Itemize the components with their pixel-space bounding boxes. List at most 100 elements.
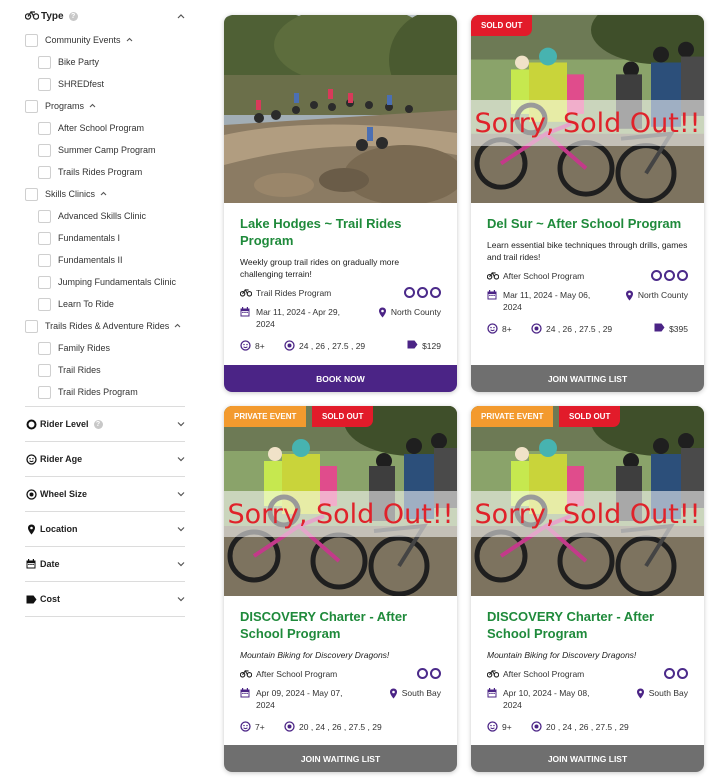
type-option-label: SHREDfest: [58, 79, 105, 89]
chevron-down-icon[interactable]: [177, 560, 185, 568]
type-option-label: Programs: [45, 101, 85, 111]
program-card[interactable]: Sorry, Sold Out!! PRIVATE EVENT SOLD OUT DI…: [224, 406, 457, 772]
checkbox[interactable]: [25, 319, 38, 333]
sold-out-overlay: Sorry, Sold Out!!: [471, 100, 704, 146]
wheel-icon: [284, 721, 295, 732]
chevron-down-icon[interactable]: [177, 595, 185, 603]
facet-rider-level[interactable]: Rider Level?: [25, 406, 185, 441]
type-option[interactable]: Learn To Ride: [25, 293, 185, 315]
checkbox[interactable]: [38, 297, 51, 311]
type-option-label: Advanced Skills Clinic: [58, 211, 147, 221]
program-title[interactable]: Lake Hodges ~ Trail Rides Program: [240, 215, 441, 249]
type-filter-header[interactable]: Type ?: [24, 6, 185, 26]
category-row: After School Program: [240, 668, 441, 679]
cost-info: $395: [654, 323, 688, 334]
book-now-button[interactable]: BOOK NOW: [224, 365, 457, 392]
program-card[interactable]: Sorry, Sold Out!! PRIVATE EVENT SOLD OUT DI…: [471, 406, 704, 772]
checkbox[interactable]: [25, 187, 38, 201]
program-card[interactable]: Lake Hodges ~ Trail Rides Program Weekly …: [224, 15, 457, 392]
program-photo[interactable]: [224, 15, 457, 203]
card-body: Del Sur ~ After School Program Learn esse…: [471, 203, 704, 334]
program-card[interactable]: Sorry, Sold Out!! SOLD OUT Del Sur ~ After…: [471, 15, 704, 392]
private-event-badge: PRIVATE EVENT: [471, 406, 554, 427]
age-info: 8+: [240, 340, 284, 351]
chevron-down-icon[interactable]: [177, 420, 185, 428]
type-option[interactable]: Trail Rides Program: [25, 381, 185, 403]
tag-icon: [407, 340, 418, 351]
level-ring-icon: [677, 270, 688, 281]
chevron-up-icon[interactable]: [126, 37, 133, 44]
checkbox[interactable]: [38, 253, 51, 267]
checkbox[interactable]: [38, 121, 51, 135]
stats-row: 7+ 20 , 24 , 26 , 27.5 , 29: [240, 721, 441, 732]
join-waiting-list-button[interactable]: JOIN WAITING LIST: [471, 365, 704, 392]
program-title[interactable]: Del Sur ~ After School Program: [487, 215, 688, 232]
chevron-down-icon[interactable]: [177, 490, 185, 498]
chevron-down-icon[interactable]: [177, 525, 185, 533]
rider-age: 7+: [255, 721, 265, 732]
checkbox[interactable]: [38, 143, 51, 157]
cost-value: $395: [669, 323, 688, 334]
program-title[interactable]: DISCOVERY Charter - After School Program: [240, 608, 441, 642]
chevron-down-icon[interactable]: [177, 455, 185, 463]
type-option[interactable]: Family Rides: [25, 337, 185, 359]
checkbox[interactable]: [25, 99, 38, 113]
card-body: Lake Hodges ~ Trail Rides Program Weekly …: [224, 203, 457, 351]
level-ring-icon: [664, 270, 675, 281]
type-option[interactable]: Bike Party: [25, 51, 185, 73]
type-option-label: Family Rides: [58, 343, 111, 353]
type-option[interactable]: After School Program: [25, 117, 185, 139]
type-option[interactable]: Community Events: [25, 29, 185, 51]
program-photo[interactable]: Sorry, Sold Out!! SOLD OUT: [471, 15, 704, 203]
program-dates: Mar 11, 2024 - May 06, 2024: [503, 290, 591, 312]
facet-location[interactable]: Location: [25, 511, 185, 546]
join-waiting-list-button[interactable]: JOIN WAITING LIST: [471, 745, 704, 772]
help-icon[interactable]: ?: [93, 419, 103, 429]
tag-icon: [25, 593, 37, 605]
chevron-up-icon[interactable]: [177, 12, 185, 20]
sold-out-overlay-text: Sorry, Sold Out!!: [474, 107, 701, 139]
checkbox[interactable]: [25, 33, 38, 47]
filter-facets: Rider Level? Rider Age Wheel Size Location D…: [25, 406, 185, 617]
program-photo[interactable]: Sorry, Sold Out!! PRIVATE EVENT SOLD OUT: [224, 406, 457, 596]
checkbox[interactable]: [38, 275, 51, 289]
facet-date[interactable]: Date: [25, 546, 185, 581]
checkbox[interactable]: [38, 231, 51, 245]
program-title[interactable]: DISCOVERY Charter - After School Program: [487, 608, 688, 642]
type-option[interactable]: Programs: [25, 95, 185, 117]
type-option[interactable]: Summer Camp Program: [25, 139, 185, 161]
program-photo[interactable]: Sorry, Sold Out!! PRIVATE EVENT SOLD OUT: [471, 406, 704, 596]
facet-cost[interactable]: Cost: [25, 581, 185, 616]
pin-icon: [378, 306, 387, 330]
chevron-up-icon[interactable]: [174, 323, 181, 330]
type-option[interactable]: SHREDfest: [25, 73, 185, 95]
pin-icon: [625, 289, 634, 313]
type-option[interactable]: Skills Clinics: [25, 183, 185, 205]
type-option[interactable]: Advanced Skills Clinic: [25, 205, 185, 227]
checkbox[interactable]: [38, 363, 51, 377]
join-waiting-list-button[interactable]: JOIN WAITING LIST: [224, 745, 457, 772]
wheel-info: 20 , 24 , 26 , 27.5 , 29: [531, 721, 629, 732]
checkbox[interactable]: [38, 77, 51, 91]
type-option[interactable]: Fundamentals I: [25, 227, 185, 249]
type-option[interactable]: Trail Rides: [25, 359, 185, 381]
type-option-label: Skills Clinics: [45, 189, 96, 199]
help-icon[interactable]: ?: [68, 11, 78, 21]
checkbox[interactable]: [38, 55, 51, 69]
type-option[interactable]: Trails Rides Program: [25, 161, 185, 183]
facet-wheel-size[interactable]: Wheel Size: [25, 476, 185, 511]
chevron-up-icon[interactable]: [89, 103, 96, 110]
checkbox[interactable]: [38, 341, 51, 355]
checkbox[interactable]: [38, 209, 51, 223]
checkbox[interactable]: [38, 165, 51, 179]
facet-rider-age[interactable]: Rider Age: [25, 441, 185, 476]
sold-out-badge: SOLD OUT: [559, 406, 621, 427]
program-category: After School Program: [503, 270, 585, 281]
type-option[interactable]: Fundamentals II: [25, 249, 185, 271]
chevron-up-icon[interactable]: [100, 191, 107, 198]
wheel-icon: [284, 340, 295, 351]
program-description: Learn essential bike techniques through …: [487, 240, 688, 262]
type-option[interactable]: Trails Rides & Adventure Rides: [25, 315, 185, 337]
checkbox[interactable]: [38, 385, 51, 399]
type-option[interactable]: Jumping Fundamentals Clinic: [25, 271, 185, 293]
